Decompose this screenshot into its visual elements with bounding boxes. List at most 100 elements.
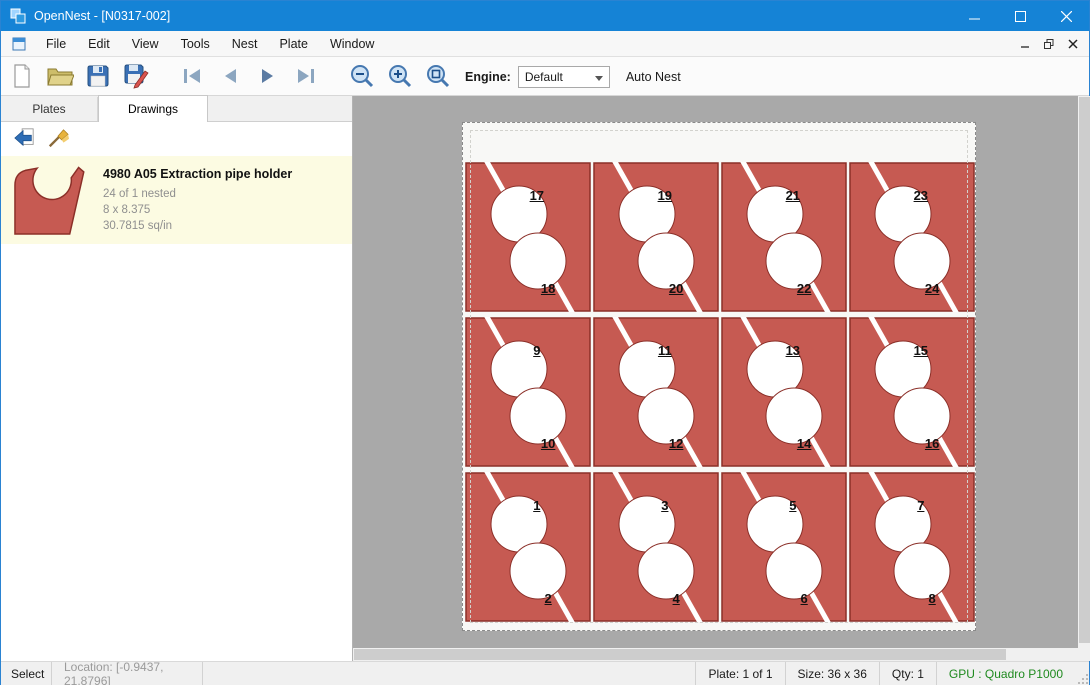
vertical-scrollbar[interactable] [1078, 96, 1090, 648]
minimize-icon [969, 11, 980, 22]
nested-part-pair[interactable]: 1718 [465, 162, 591, 312]
nested-part-pair[interactable]: 56 [721, 472, 847, 622]
nested-part-pair[interactable]: 23 24 [849, 162, 975, 312]
close-icon [1061, 11, 1072, 22]
resize-grip-icon [1077, 673, 1089, 685]
drawing-list-item[interactable]: 4980 A05 Extraction pipe holder 24 of 1 … [1, 156, 352, 244]
auto-nest-toggle[interactable]: Auto Nest [626, 70, 681, 84]
status-bar: Select Location: [-0.9437, 21.8796] Plat… [1, 661, 1089, 685]
menu-item-tools[interactable]: Tools [170, 31, 221, 56]
part-number[interactable]: 19 [658, 188, 672, 203]
part-number[interactable]: 21 [786, 188, 800, 203]
horizontal-scrollbar[interactable] [353, 648, 1078, 661]
window-title: OpenNest - [N0317-002] [34, 9, 170, 23]
menu-item-file[interactable]: File [35, 31, 77, 56]
part-number[interactable]: 1 [533, 498, 540, 513]
horizontal-scrollbar-thumb[interactable] [354, 649, 1006, 660]
nest-plate[interactable]: 171819202122232491011121314151612345678 [462, 122, 976, 631]
engine-select[interactable]: Default [518, 66, 610, 88]
menu-item-nest[interactable]: Nest [221, 31, 269, 56]
part-number[interactable]: 12 [669, 436, 683, 451]
mdi-restore-icon [1044, 39, 1054, 49]
part-pair-shape [849, 472, 975, 622]
minimize-button[interactable] [951, 1, 997, 31]
part-pair-shape [465, 472, 591, 622]
part-number[interactable]: 23 [914, 188, 928, 203]
nested-part-pair[interactable]: 1516 [849, 317, 975, 467]
mdi-close-icon [1068, 39, 1078, 49]
nav-next-button[interactable] [251, 60, 285, 92]
menu-item-window[interactable]: Window [319, 31, 385, 56]
mdi-minimize-button[interactable] [1013, 34, 1037, 54]
zoom-out-button[interactable] [345, 60, 379, 92]
nav-last-button[interactable] [289, 60, 323, 92]
menu-items: FileEditViewToolsNestPlateWindow [35, 31, 385, 56]
nav-last-icon [294, 64, 318, 88]
part-number[interactable]: 18 [541, 281, 555, 296]
part-number[interactable]: 3 [661, 498, 668, 513]
part-number[interactable]: 24 [925, 281, 939, 296]
menu-item-plate[interactable]: Plate [268, 31, 319, 56]
drawing-nested-count: 24 of 1 nested [103, 186, 292, 202]
part-pair-shape [593, 472, 719, 622]
nested-part-pair[interactable]: 12 [465, 472, 591, 622]
menu-item-view[interactable]: View [121, 31, 170, 56]
nested-part-pair[interactable]: 21 22 [721, 162, 847, 312]
clear-drawings-button[interactable] [41, 124, 75, 152]
drawings-toolbar [1, 122, 352, 154]
nested-part-pair[interactable]: 78 [849, 472, 975, 622]
open-button[interactable] [43, 60, 77, 92]
status-qty: Qty: 1 [880, 662, 936, 685]
save-edit-button[interactable] [119, 60, 153, 92]
mdi-close-button[interactable] [1061, 34, 1085, 54]
close-button[interactable] [1043, 1, 1089, 31]
maximize-icon [1015, 11, 1026, 22]
nested-part-pair[interactable]: 34 [593, 472, 719, 622]
part-number[interactable]: 15 [914, 343, 928, 358]
part-number[interactable]: 10 [541, 436, 555, 451]
vertical-scrollbar-thumb[interactable] [1079, 97, 1090, 643]
import-drawing-button[interactable] [7, 124, 41, 152]
part-number[interactable]: 20 [669, 281, 683, 296]
part-number[interactable]: 6 [801, 591, 808, 606]
save-button[interactable] [81, 60, 115, 92]
nested-part-pair[interactable]: 11 12 [593, 317, 719, 467]
zoom-fit-button[interactable] [421, 60, 455, 92]
part-number[interactable]: 4 [673, 591, 680, 606]
tab-drawings[interactable]: Drawings [98, 95, 208, 122]
new-button[interactable] [5, 60, 39, 92]
part-number[interactable]: 17 [530, 188, 544, 203]
status-mode: Select [1, 662, 51, 685]
zoom-in-button[interactable] [383, 60, 417, 92]
part-number[interactable]: 13 [786, 343, 800, 358]
nav-first-button[interactable] [175, 60, 209, 92]
status-gpu: GPU : Quadro P1000 [937, 662, 1075, 685]
drawing-title: 4980 A05 Extraction pipe holder [103, 167, 292, 181]
part-number[interactable]: 16 [925, 436, 939, 451]
maximize-button[interactable] [997, 1, 1043, 31]
menu-item-edit[interactable]: Edit [77, 31, 121, 56]
nest-canvas[interactable]: 171819202122232491011121314151612345678 [353, 96, 1078, 648]
part-number[interactable]: 2 [545, 591, 552, 606]
part-number[interactable]: 8 [929, 591, 936, 606]
sidebar-tabs: Plates Drawings [1, 96, 352, 122]
drawing-size: 8 x 8.375 [103, 202, 292, 218]
nested-part-pair[interactable]: 1920 [593, 162, 719, 312]
part-number[interactable]: 11 [658, 343, 672, 358]
part-number[interactable]: 9 [533, 343, 540, 358]
save-edit-icon [123, 63, 149, 89]
part-number[interactable]: 7 [917, 498, 924, 513]
part-number[interactable]: 22 [797, 281, 811, 296]
engine-group: Engine: Default Auto Nest [465, 57, 681, 96]
part-pair-shape [593, 317, 719, 467]
nested-part-pair[interactable]: 13 14 [721, 317, 847, 467]
resize-grip[interactable] [1075, 662, 1089, 685]
part-number[interactable]: 14 [797, 436, 811, 451]
part-number[interactable]: 5 [789, 498, 796, 513]
mdi-restore-button[interactable] [1037, 34, 1061, 54]
open-folder-icon [46, 64, 74, 88]
part-pair-shape [721, 472, 847, 622]
nav-previous-button[interactable] [213, 60, 247, 92]
tab-plates[interactable]: Plates [1, 97, 98, 121]
nested-part-pair[interactable]: 9 10 [465, 317, 591, 467]
